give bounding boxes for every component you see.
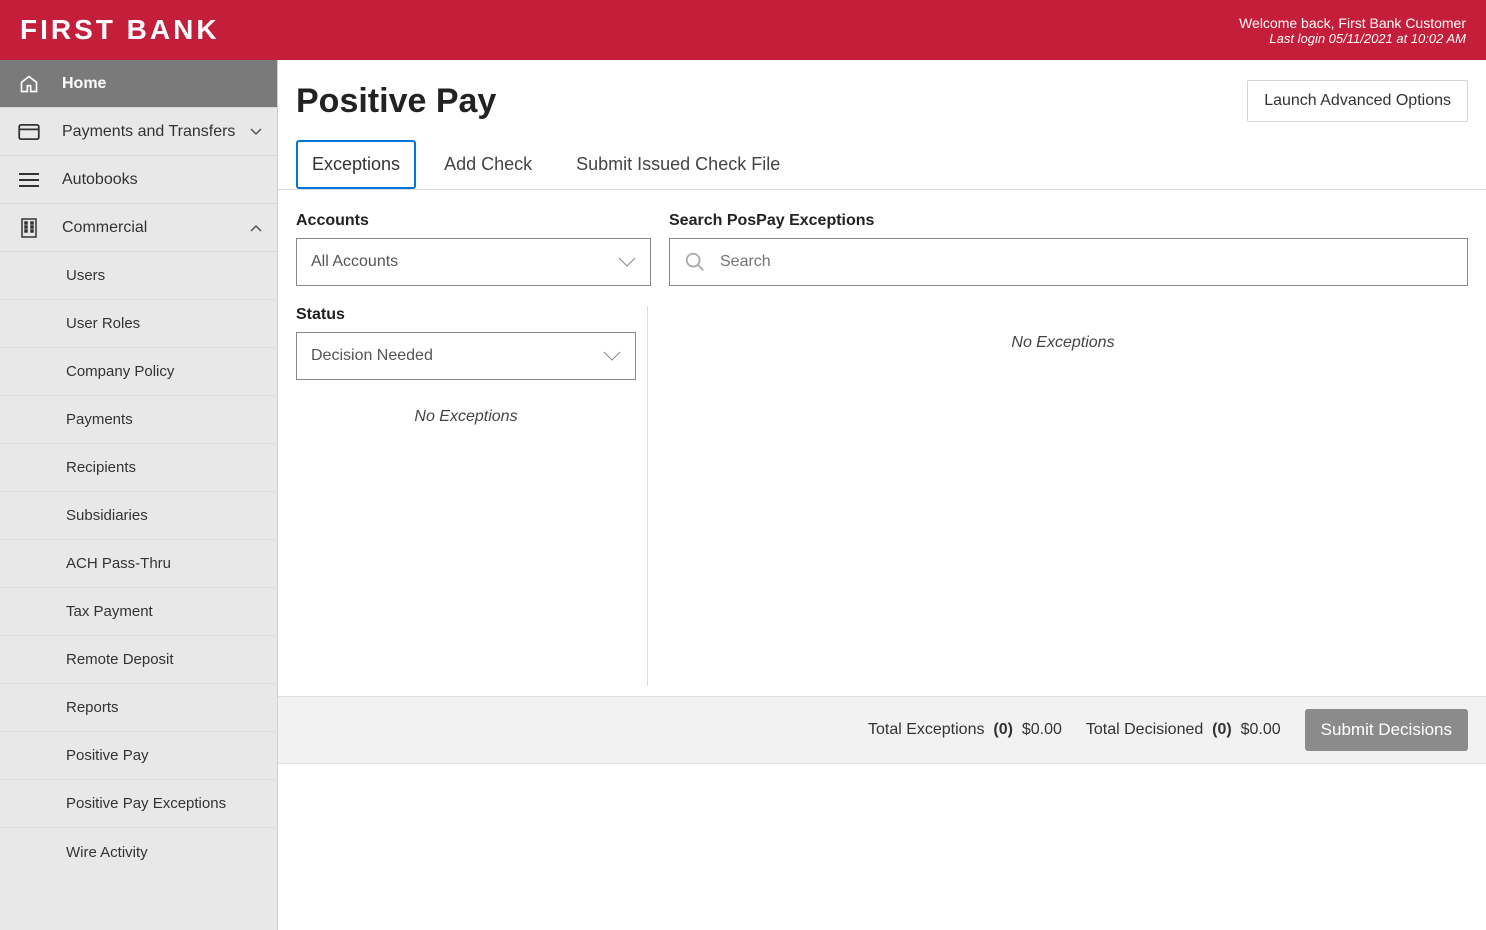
sidebar-item-tax-payment[interactable]: Tax Payment [0,588,277,636]
panel-split: Status Decision Needed No Exceptions No … [278,306,1486,686]
search-box[interactable] [669,238,1468,286]
total-decisioned-count: (0) [1212,721,1232,738]
chevron-down-icon [249,125,263,139]
accounts-value: All Accounts [311,253,618,271]
chevron-up-icon [249,221,263,235]
sidebar-item-autobooks[interactable]: Autobooks [0,156,277,204]
building-icon [18,217,40,239]
tab-exceptions[interactable]: Exceptions [296,140,416,189]
status-select[interactable]: Decision Needed [296,332,636,380]
last-login-text: Last login 05/11/2021 at 10:02 AM [1239,31,1466,46]
sidebar-item-payments[interactable]: Payments [0,396,277,444]
sidebar-item-home[interactable]: Home [0,60,277,108]
sidebar-submenu-commercial: Users User Roles Company Policy Payments… [0,252,277,876]
status-label: Status [296,306,647,324]
search-input[interactable] [720,253,1453,271]
header-user-info: Welcome back, First Bank Customer Last l… [1239,15,1466,46]
chevron-down-icon [618,257,636,267]
sidebar-item-positive-pay-exceptions[interactable]: Positive Pay Exceptions [0,780,277,828]
welcome-text: Welcome back, First Bank Customer [1239,15,1466,31]
sidebar-label: Payments and Transfers [62,123,249,141]
bank-logo: FIRST BANK [20,14,220,46]
status-value: Decision Needed [311,347,603,365]
sidebar-item-reports[interactable]: Reports [0,684,277,732]
sidebar-item-commercial[interactable]: Commercial [0,204,277,252]
sidebar-label: Autobooks [62,171,263,189]
search-filter: Search PosPay Exceptions [669,212,1468,286]
no-exceptions-right: No Exceptions [658,334,1468,352]
search-label: Search PosPay Exceptions [669,212,1468,230]
card-icon [18,121,40,143]
sidebar-item-recipients[interactable]: Recipients [0,444,277,492]
sidebar-item-ach-pass-thru[interactable]: ACH Pass-Thru [0,540,277,588]
total-exceptions: Total Exceptions (0) $0.00 [868,721,1062,739]
sidebar-label: Commercial [62,219,249,237]
sidebar-item-user-roles[interactable]: User Roles [0,300,277,348]
filter-row: Accounts All Accounts Search PosPay Exce… [278,190,1486,286]
launch-advanced-options-button[interactable]: Launch Advanced Options [1247,80,1468,122]
search-icon [684,251,706,273]
sidebar-item-company-policy[interactable]: Company Policy [0,348,277,396]
page-header: Positive Pay Launch Advanced Options [278,60,1486,122]
sidebar: Home Payments and Transfers Autobooks Co… [0,60,278,930]
main-content: Positive Pay Launch Advanced Options Exc… [278,60,1486,930]
total-decisioned: Total Decisioned (0) $0.00 [1086,721,1281,739]
sidebar-item-users[interactable]: Users [0,252,277,300]
tab-submit-issued-check-file[interactable]: Submit Issued Check File [560,140,796,189]
total-exceptions-count: (0) [993,721,1013,738]
accounts-filter: Accounts All Accounts [296,212,651,286]
tab-add-check[interactable]: Add Check [428,140,548,189]
total-decisioned-amount: $0.00 [1241,721,1281,738]
accounts-select[interactable]: All Accounts [296,238,651,286]
submit-decisions-button[interactable]: Submit Decisions [1305,709,1468,751]
footer-action-bar: Total Exceptions (0) $0.00 Total Decisio… [278,696,1486,764]
sidebar-item-positive-pay[interactable]: Positive Pay [0,732,277,780]
right-panel: No Exceptions [648,306,1468,686]
chevron-down-icon [603,351,621,361]
sidebar-item-remote-deposit[interactable]: Remote Deposit [0,636,277,684]
total-exceptions-label: Total Exceptions [868,721,985,738]
total-decisioned-label: Total Decisioned [1086,721,1203,738]
sidebar-item-wire-activity[interactable]: Wire Activity [0,828,277,876]
sidebar-item-subsidiaries[interactable]: Subsidiaries [0,492,277,540]
page-title: Positive Pay [296,82,496,121]
left-panel: Status Decision Needed No Exceptions [296,306,648,686]
menu-icon [18,169,40,191]
sidebar-label: Home [62,75,263,93]
no-exceptions-left: No Exceptions [296,408,636,426]
top-header: FIRST BANK Welcome back, First Bank Cust… [0,0,1486,60]
sidebar-item-payments-transfers[interactable]: Payments and Transfers [0,108,277,156]
total-exceptions-amount: $0.00 [1022,721,1062,738]
home-icon [18,73,40,95]
tab-bar: Exceptions Add Check Submit Issued Check… [278,140,1486,190]
accounts-label: Accounts [296,212,651,230]
